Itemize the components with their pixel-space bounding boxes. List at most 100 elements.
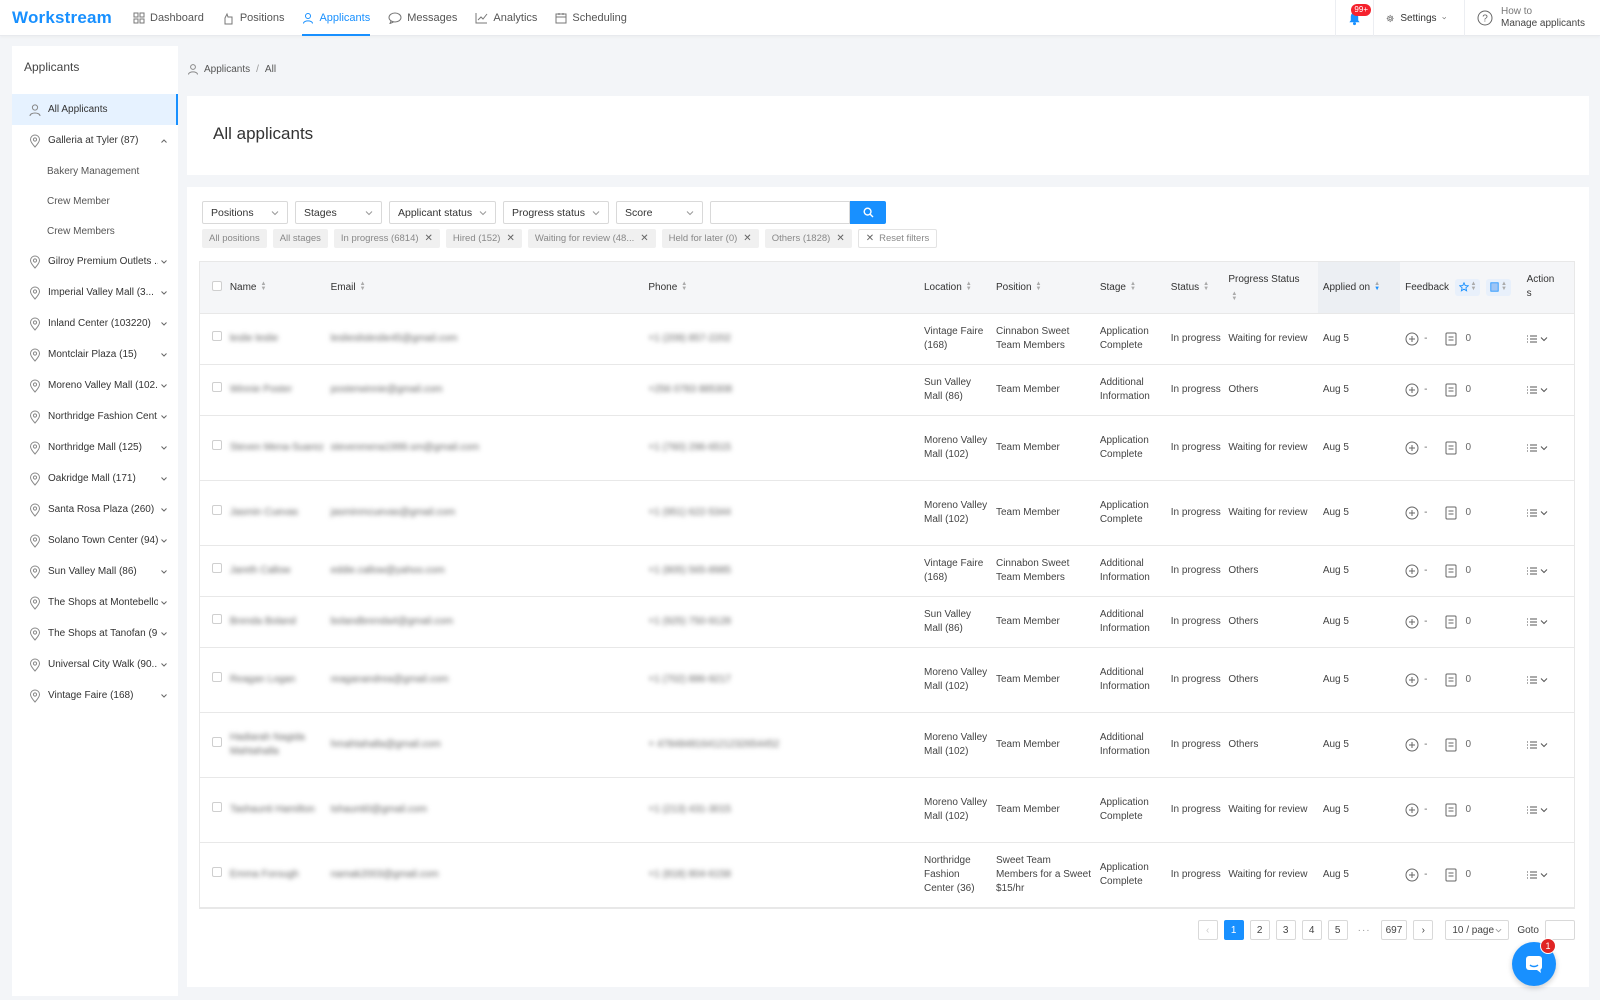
- sidebar-item-location[interactable]: Vintage Faire (168): [12, 680, 178, 711]
- note-icon[interactable]: [1445, 868, 1457, 882]
- applicant-name[interactable]: Emma Forough: [230, 869, 299, 880]
- applicant-name[interactable]: Steven Mena-Suarez: [230, 442, 324, 453]
- nav-scheduling[interactable]: Scheduling: [546, 0, 635, 36]
- progress-status-select[interactable]: Progress status: [503, 201, 609, 224]
- table-row[interactable]: Steven Mena-Suarez stevenmena1999.sm@gmai…: [200, 415, 1574, 481]
- add-feedback-icon[interactable]: [1405, 738, 1419, 752]
- sidebar-item-location[interactable]: Moreno Valley Mall (102...: [12, 370, 178, 401]
- cell-name[interactable]: Jasmin Cuevas: [229, 480, 331, 546]
- nav-positions[interactable]: Positions: [213, 0, 294, 36]
- header-phone[interactable]: Phone ▲ ▼: [648, 262, 924, 314]
- add-feedback-icon[interactable]: [1405, 564, 1419, 578]
- sort-icon[interactable]: ▲ ▼: [360, 281, 366, 292]
- row-checkbox[interactable]: [212, 614, 222, 624]
- add-feedback-icon[interactable]: [1405, 383, 1419, 397]
- cell-name[interactable]: Jareth Callow: [229, 545, 331, 597]
- tag-held-for-later[interactable]: Held for later (0) ✕: [661, 229, 759, 248]
- page-button[interactable]: 5: [1327, 920, 1348, 940]
- add-feedback-icon[interactable]: [1405, 803, 1419, 817]
- applicant-name[interactable]: Jasmin Cuevas: [230, 507, 298, 518]
- prev-page-button[interactable]: ‹: [1197, 920, 1218, 940]
- row-checkbox[interactable]: [212, 331, 222, 341]
- row-actions-menu[interactable]: [1526, 567, 1568, 575]
- sidebar-item-location[interactable]: The Shops at Tanofan (9...: [12, 618, 178, 649]
- reset-filters-button[interactable]: ✕ Reset filters: [857, 229, 938, 248]
- star-sort-button[interactable]: ▲ ▼: [1455, 278, 1481, 296]
- table-row[interactable]: Winnie Poster posterwinnie@gmail.com +256 …: [200, 364, 1574, 416]
- nav-applicants[interactable]: Applicants: [293, 0, 379, 36]
- add-feedback-icon[interactable]: [1405, 441, 1419, 455]
- row-actions-menu[interactable]: [1526, 509, 1568, 517]
- applicant-status-select[interactable]: Applicant status: [389, 201, 496, 224]
- cell-name[interactable]: Reagan Logan: [229, 647, 331, 713]
- applicant-name[interactable]: leslie leslie: [230, 333, 278, 344]
- row-actions-menu[interactable]: [1526, 676, 1568, 684]
- row-actions-menu[interactable]: [1526, 871, 1568, 879]
- table-row[interactable]: Jasmin Cuevas jasminmcuevas@gmail.com +1 (…: [200, 480, 1574, 546]
- sidebar-item-all-applicants[interactable]: All Applicants: [12, 94, 178, 125]
- sort-icon[interactable]: ▲ ▼: [1231, 291, 1237, 302]
- note-icon[interactable]: [1445, 615, 1457, 629]
- header-applied-on[interactable]: Applied on ▲ ▼: [1317, 262, 1401, 314]
- note-icon[interactable]: [1445, 506, 1457, 520]
- row-checkbox[interactable]: [212, 563, 222, 573]
- table-row[interactable]: Hadiarah Nagida Mahtahalla hmahtahalla@gm…: [200, 712, 1574, 778]
- sidebar-subitem[interactable]: Crew Member: [12, 186, 178, 216]
- tag-all-positions[interactable]: All positions: [202, 229, 267, 248]
- note-icon[interactable]: [1445, 441, 1457, 455]
- table-row[interactable]: Reagan Logan reaganandrea@gmail.com +1 (70…: [200, 647, 1574, 713]
- close-icon[interactable]: ✕: [640, 233, 648, 244]
- add-feedback-icon[interactable]: [1405, 506, 1419, 520]
- row-actions-menu[interactable]: [1526, 806, 1568, 814]
- last-page-button[interactable]: 697: [1380, 920, 1408, 940]
- score-select[interactable]: Score: [616, 201, 703, 224]
- sidebar-item-location[interactable]: Solano Town Center (94): [12, 525, 178, 556]
- page-button[interactable]: 3: [1275, 920, 1296, 940]
- row-checkbox[interactable]: [212, 867, 222, 877]
- table-row[interactable]: Emma Forough namak2003@gmail.com +1 (818) …: [200, 842, 1574, 908]
- close-icon[interactable]: ✕: [506, 233, 514, 244]
- cell-name[interactable]: Brenda Boland: [229, 596, 331, 648]
- add-feedback-icon[interactable]: [1405, 615, 1419, 629]
- sort-icon[interactable]: ▲ ▼: [1036, 281, 1042, 292]
- page-button[interactable]: 1: [1223, 920, 1244, 940]
- sidebar-item-location[interactable]: The Shops at Montebello...: [12, 587, 178, 618]
- cell-name[interactable]: leslie leslie: [229, 313, 331, 365]
- howto-link[interactable]: ? How to Manage applicants: [1464, 0, 1600, 36]
- note-icon[interactable]: [1445, 564, 1457, 578]
- row-actions-menu[interactable]: [1526, 618, 1568, 626]
- settings-dropdown[interactable]: Settings: [1373, 0, 1464, 36]
- cell-name[interactable]: Emma Forough: [229, 842, 331, 908]
- row-checkbox[interactable]: [212, 505, 222, 515]
- header-stage[interactable]: Stage ▲ ▼: [1099, 262, 1171, 314]
- row-checkbox[interactable]: [212, 672, 222, 682]
- applicant-name[interactable]: Winnie Poster: [230, 384, 292, 395]
- sort-icon[interactable]: ▲ ▼: [966, 281, 972, 292]
- header-location[interactable]: Location ▲ ▼: [923, 262, 996, 314]
- sidebar-item-galleria[interactable]: Galleria at Tyler (87): [12, 125, 178, 156]
- note-icon[interactable]: [1445, 383, 1457, 397]
- row-actions-menu[interactable]: [1526, 335, 1568, 343]
- page-size-select[interactable]: 10 / page: [1445, 920, 1510, 940]
- tag-in-progress[interactable]: In progress (6814) ✕: [333, 229, 440, 248]
- note-icon[interactable]: [1445, 738, 1457, 752]
- notifications-button[interactable]: 99+: [1335, 0, 1373, 36]
- table-row[interactable]: Brenda Boland bolandbrenda4@gmail.com +1 (…: [200, 596, 1574, 648]
- row-checkbox[interactable]: [212, 440, 222, 450]
- sort-icon[interactable]: ▲ ▼: [1203, 281, 1209, 292]
- note-icon[interactable]: [1445, 673, 1457, 687]
- nav-messages[interactable]: Messages: [379, 0, 466, 36]
- row-actions-menu[interactable]: [1526, 444, 1568, 452]
- breadcrumb-root[interactable]: Applicants: [204, 64, 250, 75]
- tag-all-stages[interactable]: All stages: [272, 229, 328, 248]
- tag-waiting-review[interactable]: Waiting for review (48... ✕: [527, 229, 656, 248]
- row-actions-menu[interactable]: [1526, 741, 1568, 749]
- close-icon[interactable]: ✕: [836, 233, 844, 244]
- sidebar-item-location[interactable]: Inland Center (103220): [12, 308, 178, 339]
- tag-others[interactable]: Others (1828) ✕: [764, 229, 852, 248]
- row-checkbox[interactable]: [212, 737, 222, 747]
- note-icon[interactable]: [1445, 803, 1457, 817]
- sort-icon[interactable]: ▲ ▼: [261, 281, 267, 292]
- sidebar-item-location[interactable]: Sun Valley Mall (86): [12, 556, 178, 587]
- sort-icon[interactable]: ▲ ▼: [1374, 281, 1380, 292]
